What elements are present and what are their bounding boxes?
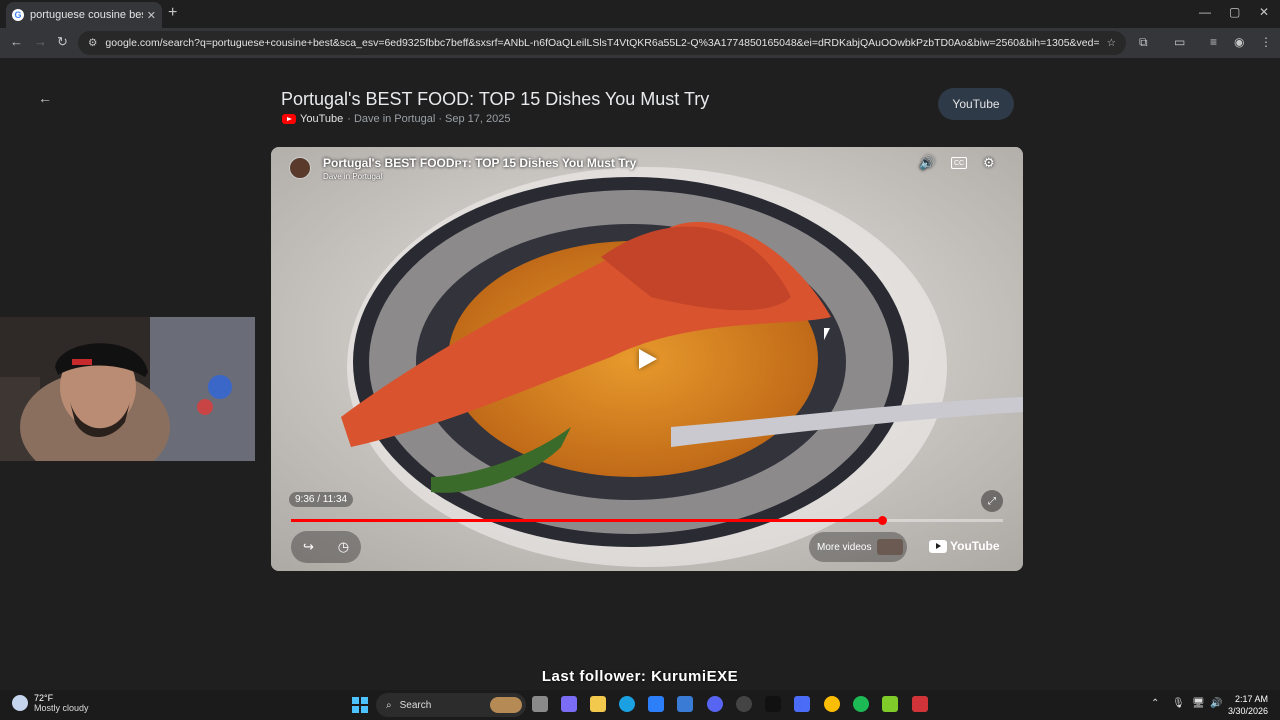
task-view-icon[interactable] <box>532 696 548 712</box>
spotify-icon[interactable] <box>853 696 869 712</box>
watch-later-icon[interactable]: ◷ <box>338 539 349 555</box>
windows-taskbar: 72°F Mostly cloudy ⌕ Search ⌃ 🎙 🖥 🔊 2:17… <box>0 690 1280 720</box>
google-favicon-icon: G <box>12 9 24 21</box>
toolbar: ← → ↻ ⚙ google.com/search?q=portuguese+c… <box>0 28 1280 58</box>
file-explorer-icon[interactable] <box>590 696 606 712</box>
speaker-icon[interactable]: 🔊 <box>1210 698 1222 709</box>
bookmark-star-icon[interactable]: ☆ <box>1107 37 1116 49</box>
clock-time: 2:17 AM <box>1234 694 1268 704</box>
weather-condition: Mostly cloudy <box>34 703 89 713</box>
url-text: google.com/search?q=portuguese+cousine+b… <box>105 37 1099 49</box>
system-clock[interactable]: 2:17 AM 3/30/2026 <box>1226 693 1268 717</box>
youtube-icon <box>282 114 296 124</box>
weather-widget[interactable]: 72°F Mostly cloudy <box>12 693 89 713</box>
microphone-icon[interactable]: 🎙 <box>1172 698 1185 709</box>
streamlabs-icon[interactable] <box>882 696 898 712</box>
webcam-overlay <box>0 317 255 461</box>
settings-gear-icon[interactable]: ⚙ <box>983 155 995 171</box>
back-arrow-icon[interactable]: ← <box>38 90 52 106</box>
player-title[interactable]: Portugal's BEST FOODᴘᴛ: TOP 15 Dishes Yo… <box>323 156 636 170</box>
tab-strip: G portuguese cousine best - Goo ✕ + — ▢ … <box>0 0 1280 28</box>
youtube-logo-icon <box>929 539 947 553</box>
video-meta: YouTube · Dave in Portugal · Sep 17, 202… <box>282 113 511 125</box>
close-tab-icon[interactable]: ✕ <box>147 9 156 22</box>
youtube-logo-text: YouTube <box>950 539 1000 553</box>
obs-icon[interactable] <box>736 696 752 712</box>
extensions-icon[interactable]: ⧉ <box>1139 35 1148 50</box>
windows-start-icon[interactable] <box>352 697 368 713</box>
time-display: 9:36 / 11:34 <box>289 492 354 507</box>
open-youtube-button[interactable]: YouTube <box>938 88 1014 120</box>
video-source: YouTube <box>300 113 344 125</box>
discord-icon[interactable] <box>707 696 723 712</box>
minimize-button[interactable]: — <box>1199 5 1211 19</box>
video-player[interactable]: Portugal's BEST FOODᴘᴛ: TOP 15 Dishes Yo… <box>271 147 1023 571</box>
fullscreen-icon[interactable]: ⤢ <box>981 490 1003 512</box>
browser-tab[interactable]: G portuguese cousine best - Goo ✕ <box>6 2 162 28</box>
action-pill: ↪ ◷ <box>291 531 361 563</box>
channel-avatar[interactable] <box>289 157 311 179</box>
copilot-icon[interactable] <box>561 696 577 712</box>
ea-app-icon[interactable] <box>912 696 928 712</box>
maximize-button[interactable]: ▢ <box>1229 5 1240 19</box>
clock-date: 3/30/2026 <box>1227 706 1268 716</box>
close-window-button[interactable]: ✕ <box>1259 5 1269 19</box>
mouse-cursor-icon <box>824 328 830 340</box>
site-info-icon[interactable]: ⚙ <box>88 37 97 49</box>
reload-icon[interactable]: ↻ <box>57 34 68 50</box>
app-icon[interactable] <box>794 696 810 712</box>
search-icon: ⌕ <box>386 699 392 711</box>
share-icon[interactable]: ↪ <box>303 539 314 555</box>
new-tab-button[interactable]: + <box>168 4 177 22</box>
play-icon[interactable] <box>639 349 657 369</box>
progress-bar[interactable] <box>291 516 1003 525</box>
store-icon[interactable] <box>648 696 664 712</box>
cast-icon[interactable]: ▭ <box>1174 35 1185 49</box>
outlook-icon[interactable] <box>677 696 693 712</box>
player-channel[interactable]: Dave in Portugal <box>323 172 382 181</box>
tab-title: portuguese cousine best - Goo <box>30 9 143 21</box>
temperature: 72°F <box>34 693 54 703</box>
address-bar[interactable]: ⚙ google.com/search?q=portuguese+cousine… <box>78 31 1126 55</box>
network-icon[interactable]: 🖥 <box>1192 698 1205 709</box>
back-icon[interactable]: ← <box>10 34 23 49</box>
tiktok-icon[interactable] <box>765 696 781 712</box>
more-videos-label: More videos <box>817 541 872 553</box>
video-meta-text: · Dave in Portugal · Sep 17, 2025 <box>347 113 511 125</box>
progress-fill <box>291 519 882 522</box>
profile-icon[interactable]: ◉ <box>1234 35 1244 49</box>
video-title: Portugal's BEST FOOD: TOP 15 Dishes You … <box>281 89 710 109</box>
progress-knob[interactable] <box>877 516 887 525</box>
captions-icon[interactable]: CC <box>951 157 967 169</box>
search-highlight-image <box>490 697 522 713</box>
youtube-logo[interactable]: YouTube <box>929 539 1000 553</box>
forward-icon[interactable]: → <box>34 34 47 49</box>
search-label: Search <box>399 699 432 711</box>
webcam-image <box>0 317 255 461</box>
more-videos-button[interactable]: More videos <box>809 532 907 562</box>
menu-icon[interactable]: ⋮ <box>1260 35 1272 49</box>
edge-icon[interactable] <box>619 696 635 712</box>
chrome-icon[interactable] <box>824 696 840 712</box>
media-control-icon[interactable]: ≡ <box>1210 35 1217 49</box>
more-videos-thumbnail <box>877 539 904 555</box>
cloud-icon <box>12 695 28 711</box>
volume-icon[interactable]: 🔊 <box>919 155 935 171</box>
taskbar-search[interactable]: ⌕ Search <box>376 693 526 717</box>
tray-overflow-icon[interactable]: ⌃ <box>1151 698 1159 709</box>
last-follower-overlay: Last follower: KurumiEXE <box>541 668 739 685</box>
